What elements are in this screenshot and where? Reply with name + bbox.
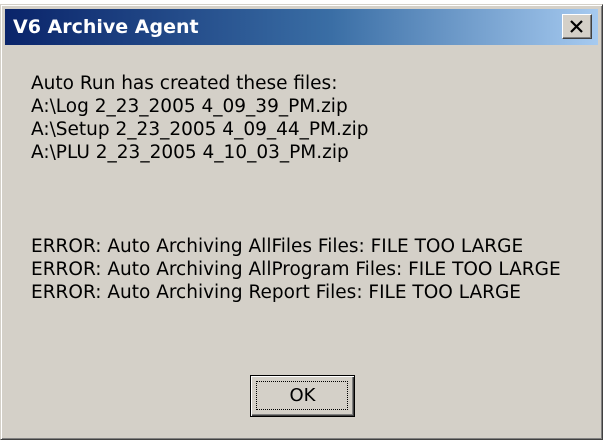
file-path: A:\Log 2_23_2005 4_09_39_PM.zip [31, 96, 348, 117]
close-icon [570, 20, 583, 33]
files-header: Auto Run has created these files: [31, 73, 338, 94]
close-button[interactable] [562, 14, 592, 39]
error-line: ERROR: Auto Archiving Report Files: FILE… [31, 282, 521, 303]
error-line: ERROR: Auto Archiving AllProgram Files: … [31, 259, 561, 280]
file-path: A:\Setup 2_23_2005 4_09_44_PM.zip [31, 119, 369, 140]
file-path: A:\PLU 2_23_2005 4_10_03_PM.zip [31, 142, 349, 163]
dialog-window: V6 Archive Agent Auto Run has created th… [0, 4, 603, 440]
error-line: ERROR: Auto Archiving AllFiles Files: FI… [31, 236, 524, 257]
files-message: Auto Run has created these files: A:\Log… [31, 72, 369, 164]
dialog-title: V6 Archive Agent [13, 16, 199, 38]
ok-button[interactable]: OK [250, 375, 355, 417]
ok-button-label: OK [289, 385, 316, 406]
title-bar[interactable]: V6 Archive Agent [5, 9, 598, 45]
errors-message: ERROR: Auto Archiving AllFiles Files: FI… [31, 235, 561, 304]
